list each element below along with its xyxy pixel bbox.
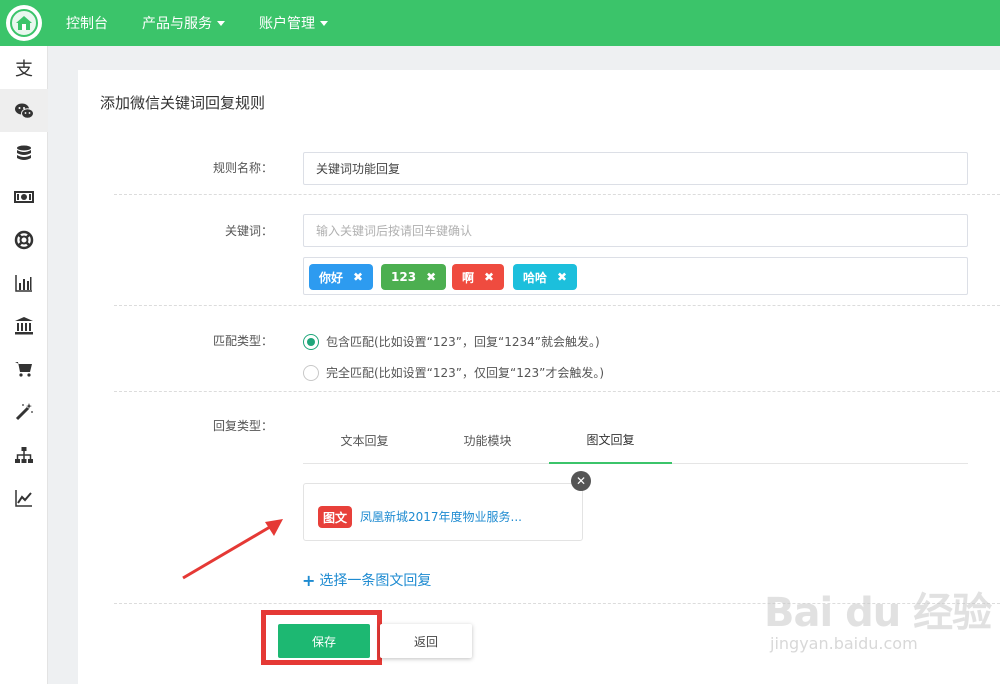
sidebar-item-support[interactable] bbox=[0, 218, 48, 261]
caret-down-icon bbox=[320, 20, 328, 26]
nav-account[interactable]: 账户管理 bbox=[259, 13, 328, 33]
tag-text: 123 bbox=[391, 270, 417, 284]
baidu-watermark: Bai du 经验 jingyan.baidu.com bbox=[764, 580, 994, 670]
page-title: 添加微信关键词回复规则 bbox=[100, 94, 266, 112]
main-nav: 控制台 产品与服务 账户管理 bbox=[66, 13, 362, 33]
nav-console-label: 控制台 bbox=[66, 16, 108, 32]
news-badge: 图文 bbox=[318, 506, 353, 528]
divider bbox=[114, 194, 1000, 195]
sidebar: 支 bbox=[0, 46, 48, 684]
tab-news-reply[interactable]: 图文回复 bbox=[549, 416, 672, 464]
annotation-arrow-icon bbox=[248, 580, 368, 660]
sidebar-item-database[interactable] bbox=[0, 132, 48, 175]
tag-remove-icon[interactable]: ✖ bbox=[426, 270, 436, 284]
keyword-tag: 啊 ✖ bbox=[452, 264, 505, 290]
keyword-label: 关键词： bbox=[224, 224, 273, 238]
rule-name-input[interactable]: 关键词功能回复 bbox=[303, 152, 968, 185]
radio-unchecked[interactable] bbox=[303, 364, 319, 381]
house-logo-icon bbox=[10, 9, 38, 37]
tag-text: 哈哈 bbox=[523, 270, 548, 285]
top-navbar: 控制台 产品与服务 账户管理 bbox=[0, 0, 1000, 46]
wechat-icon bbox=[15, 103, 34, 119]
sidebar-item-trend[interactable] bbox=[0, 476, 48, 519]
sidebar-item-sitemap[interactable] bbox=[0, 433, 48, 476]
magic-wand-icon bbox=[15, 402, 33, 420]
keyword-tag: 123 ✖ bbox=[381, 264, 447, 290]
caret-down-icon bbox=[217, 20, 225, 26]
back-button[interactable]: 返回 bbox=[380, 624, 472, 658]
radio-checked[interactable] bbox=[303, 333, 319, 350]
tab-function-module[interactable]: 功能模块 bbox=[426, 416, 549, 464]
line-chart-icon bbox=[15, 489, 32, 507]
keyword-input[interactable]: 输入关键词后按请回车键确认 bbox=[303, 214, 968, 247]
keyword-tag: 你好 ✖ bbox=[309, 264, 374, 290]
nav-products[interactable]: 产品与服务 bbox=[142, 13, 225, 33]
watermark-logo: Bai du 经验 bbox=[764, 590, 992, 636]
sidebar-item-stats[interactable] bbox=[0, 261, 48, 304]
svg-text:支: 支 bbox=[15, 59, 33, 78]
keyword-tag: 哈哈 ✖ bbox=[513, 264, 578, 290]
rule-name-label: 规则名称： bbox=[212, 161, 273, 175]
sidebar-item-magic[interactable] bbox=[0, 390, 48, 433]
tag-remove-icon[interactable]: ✖ bbox=[557, 270, 567, 284]
database-icon bbox=[17, 145, 31, 160]
keyword-tag-box: 你好 ✖ 123 ✖ 啊 ✖ 哈哈 ✖ bbox=[303, 257, 968, 295]
match-option-exact[interactable]: 完全匹配(比如设置“123”，仅回复“123”才会触发。) bbox=[303, 364, 604, 381]
tag-remove-icon[interactable]: ✖ bbox=[484, 270, 494, 284]
annotation-arrow-icon bbox=[182, 519, 283, 580]
sidebar-item-bank[interactable] bbox=[0, 304, 48, 347]
tag-text: 啊 bbox=[462, 270, 475, 285]
tag-remove-icon[interactable]: ✖ bbox=[353, 270, 363, 284]
match-option-contains[interactable]: 包含匹配(比如设置“123”，回复“1234”就会触发。) bbox=[303, 333, 600, 350]
app-logo[interactable] bbox=[6, 5, 42, 41]
bar-chart-icon bbox=[15, 274, 32, 292]
nav-products-label: 产品与服务 bbox=[142, 16, 212, 32]
sidebar-item-alipay[interactable]: 支 bbox=[0, 46, 48, 89]
divider bbox=[114, 391, 1000, 392]
bank-icon bbox=[15, 316, 33, 334]
reply-type-tabs: 文本回复 功能模块 图文回复 bbox=[303, 416, 968, 464]
sidebar-item-money[interactable] bbox=[0, 175, 48, 218]
tag-text: 你好 bbox=[319, 270, 344, 285]
money-icon bbox=[14, 190, 34, 203]
alipay-icon: 支 bbox=[15, 59, 33, 78]
nav-console[interactable]: 控制台 bbox=[66, 13, 108, 33]
cart-icon bbox=[15, 361, 32, 377]
close-icon[interactable]: ✕ bbox=[571, 471, 591, 491]
reply-type-label: 回复类型： bbox=[212, 419, 273, 433]
divider bbox=[114, 305, 1000, 306]
tab-text-reply[interactable]: 文本回复 bbox=[303, 416, 426, 464]
match-option-text: 完全匹配(比如设置“123”，仅回复“123”才会触发。) bbox=[326, 366, 605, 380]
lifebuoy-icon bbox=[14, 230, 34, 249]
news-card[interactable]: 图文 凤凰新城2017年度物业服务... bbox=[303, 483, 583, 541]
sidebar-item-cart[interactable] bbox=[0, 347, 48, 390]
nav-account-label: 账户管理 bbox=[259, 16, 315, 32]
sitemap-icon bbox=[15, 446, 33, 463]
match-option-text: 包含匹配(比如设置“123”，回复“1234”就会触发。) bbox=[326, 335, 600, 349]
match-type-label: 匹配类型： bbox=[212, 334, 273, 348]
sidebar-item-wechat[interactable] bbox=[0, 89, 48, 132]
news-title[interactable]: 凤凰新城2017年度物业服务... bbox=[360, 508, 522, 525]
